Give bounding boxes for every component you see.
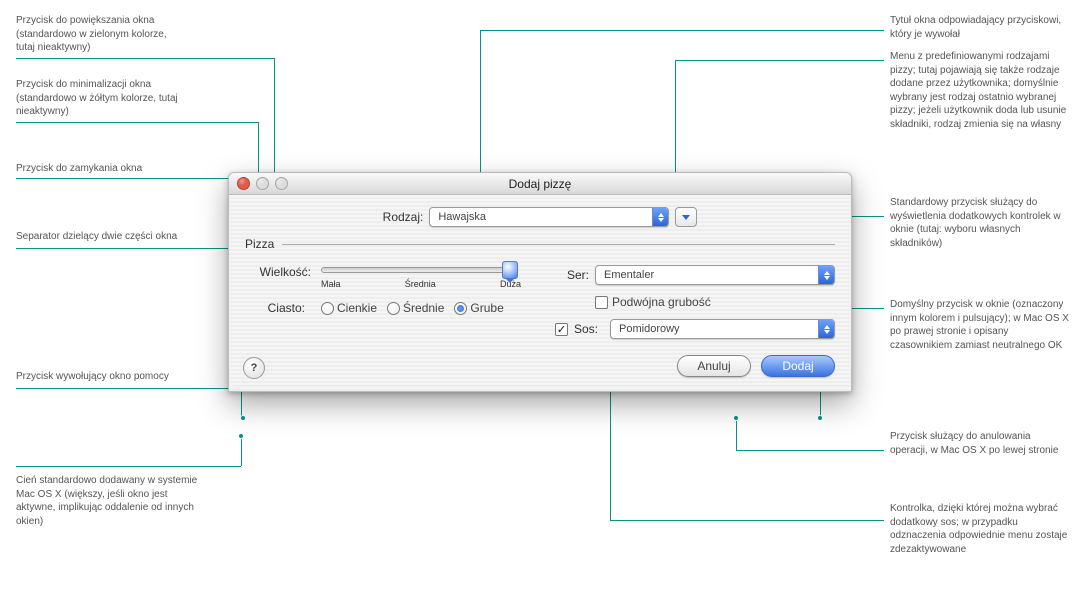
callout-sauce-chk: Kontrolka, dzięki której można wybrać do…	[890, 502, 1070, 556]
type-label: Rodzaj:	[383, 210, 424, 224]
callout-title: Tytuł okna odpowiadający przyciskowi, kt…	[890, 14, 1065, 41]
sauce-checkbox[interactable]: ✓	[555, 323, 568, 336]
checkbox-icon: ✓	[555, 323, 568, 336]
double-label: Podwójna grubość	[612, 295, 711, 309]
submit-button[interactable]: Dodaj	[761, 355, 835, 377]
help-button[interactable]: ?	[243, 357, 265, 379]
dough-thin[interactable]: Cienkie	[321, 301, 377, 315]
chevron-down-icon	[681, 212, 691, 222]
updown-icon	[652, 208, 668, 226]
zoom-button[interactable]	[275, 177, 288, 190]
section-label: Pizza	[245, 237, 274, 251]
dough-thick[interactable]: Grube	[454, 301, 503, 315]
size-ticks: Mała Średnia Duża	[321, 279, 521, 289]
sauce-label: Sos:	[574, 322, 598, 336]
window-body: Rodzaj: Hawajska Pizza Wielkość:	[229, 195, 851, 391]
callout-default: Domyślny przycisk w oknie (oznaczony inn…	[890, 298, 1070, 352]
updown-icon	[818, 320, 834, 338]
slider-thumb[interactable]	[502, 261, 518, 279]
cheese-value: Ementaler	[604, 269, 654, 281]
dough-label: Ciasto:	[245, 301, 305, 315]
minimize-button[interactable]	[256, 177, 269, 190]
type-value: Hawajska	[438, 211, 486, 223]
type-popup[interactable]: Hawajska	[429, 207, 669, 227]
callout-help: Przycisk wywołujący okno pomocy	[16, 370, 196, 384]
callout-type-menu: Menu z predefiniowanymi rodzajami pizzy;…	[890, 50, 1070, 131]
section-separator: Pizza	[245, 237, 835, 251]
traffic-lights	[237, 177, 288, 190]
cancel-button[interactable]: Anuluj	[677, 355, 751, 377]
close-button[interactable]	[237, 177, 250, 190]
sauce-popup[interactable]: Pomidorowy	[610, 319, 835, 339]
callout-type-menu-text: Menu z predefiniowanymi rodzajami pizzy;…	[890, 51, 1066, 130]
callout-default-text: Domyślny przycisk w oknie (oznaczony inn…	[890, 299, 1069, 351]
callout-cancel: Przycisk służący do anulowania operacji,…	[890, 430, 1070, 457]
checkbox-icon	[595, 296, 608, 309]
sauce-value: Pomidorowy	[619, 323, 680, 335]
callout-minimize: Przycisk do minimalizacji okna (standard…	[16, 78, 206, 119]
tick-medium: Średnia	[405, 279, 436, 289]
dialog-window: Dodaj pizzę Rodzaj: Hawajska Pizza Wielk…	[228, 172, 852, 392]
size-label: Wielkość:	[245, 265, 311, 279]
callout-disclosure: Standardowy przycisk służący do wyświetl…	[890, 196, 1070, 250]
cheese-popup[interactable]: Ementaler	[595, 265, 835, 285]
updown-icon	[818, 266, 834, 284]
dough-medium[interactable]: Średnie	[387, 301, 444, 315]
double-thickness-checkbox[interactable]: Podwójna grubość	[595, 295, 711, 309]
window-title: Dodaj pizzę	[229, 173, 851, 195]
disclosure-button[interactable]	[675, 207, 697, 227]
callout-separator: Separator dzielący dwie części okna	[16, 230, 196, 244]
size-slider[interactable]	[321, 267, 515, 273]
cheese-label: Ser:	[555, 268, 589, 282]
callout-shadow: Cień standardowo dodawany w systemie Mac…	[16, 474, 206, 528]
callout-close: Przycisk do zamykania okna	[16, 162, 196, 176]
titlebar: Dodaj pizzę	[229, 173, 851, 195]
tick-small: Mała	[321, 279, 341, 289]
callout-zoom: Przycisk do powiększania okna (standardo…	[16, 14, 186, 55]
